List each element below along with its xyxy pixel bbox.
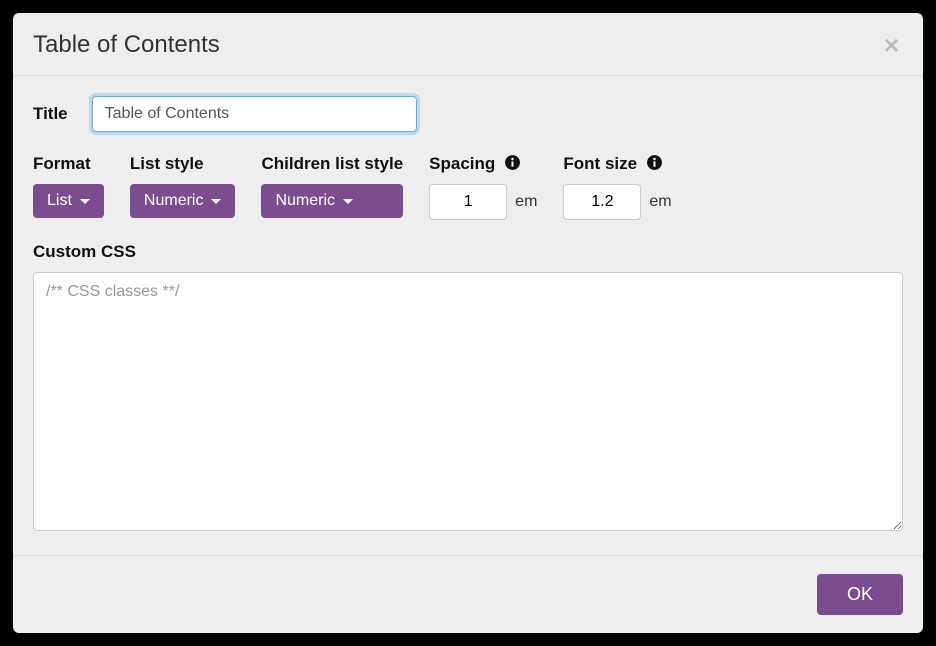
dialog-title: Table of Contents [33,31,220,59]
toc-dialog: Table of Contents × Title Format List Li… [13,13,923,633]
font-size-input[interactable] [563,184,641,220]
list-style-selected: Numeric [144,192,204,210]
title-label: Title [33,104,68,124]
custom-css-textarea[interactable] [33,272,903,531]
children-list-style-selected: Numeric [275,192,335,210]
list-style-dropdown[interactable]: Numeric [130,184,236,218]
caret-down-icon [80,199,90,204]
close-button[interactable]: × [880,32,903,58]
controls-row: Format List List style Numeric Children … [33,154,903,220]
info-icon [504,154,521,171]
list-style-group: List style Numeric [130,154,236,218]
children-list-style-label: Children list style [261,154,403,174]
format-group: Format List [33,154,104,218]
children-list-style-group: Children list style Numeric [261,154,403,218]
font-size-group: Font size em [563,154,671,220]
dialog-body: Title Format List List style Numeric Chi… [13,76,923,555]
title-row: Title [33,96,903,132]
dialog-header: Table of Contents × [13,13,923,76]
ok-button[interactable]: OK [817,574,903,615]
list-style-label: List style [130,154,236,174]
custom-css-group: Custom CSS [33,242,903,531]
format-dropdown[interactable]: List [33,184,104,218]
spacing-group: Spacing em [429,154,537,220]
custom-css-label: Custom CSS [33,242,903,262]
info-icon [646,154,663,171]
format-label: Format [33,154,104,174]
caret-down-icon [343,199,353,204]
spacing-input[interactable] [429,184,507,220]
dialog-footer: OK [13,555,923,633]
format-selected: List [47,192,72,210]
caret-down-icon [211,199,221,204]
spacing-unit: em [515,193,537,211]
children-list-style-dropdown[interactable]: Numeric [261,184,403,218]
font-size-label: Font size [563,154,671,174]
spacing-label: Spacing [429,154,537,174]
title-input[interactable] [92,96,417,132]
font-size-unit: em [649,193,671,211]
